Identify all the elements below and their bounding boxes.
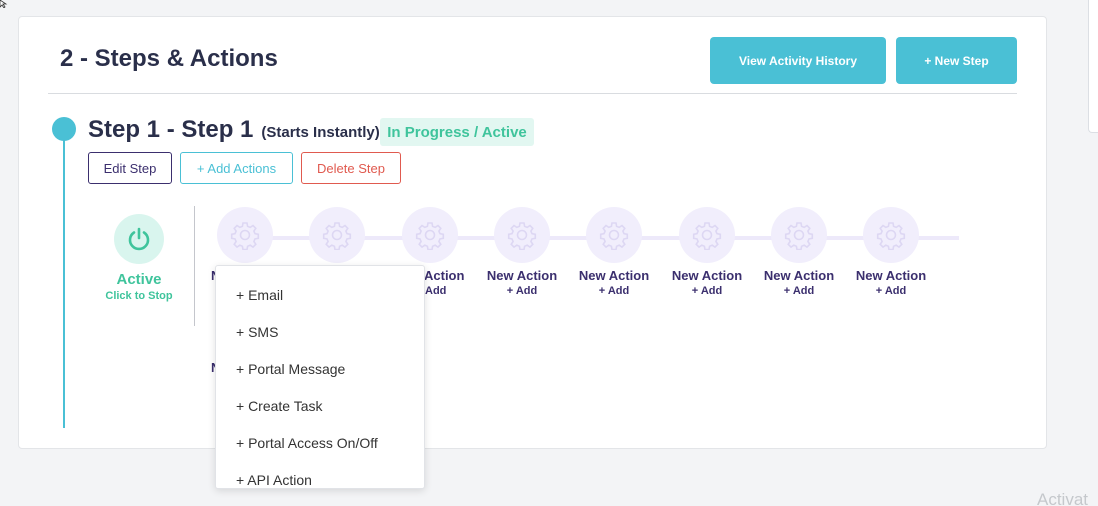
- action-name: New Action: [763, 268, 835, 283]
- delete-step-button[interactable]: Delete Step: [301, 152, 401, 184]
- step-heading: Step 1 - Step 1 (Starts Instantly): [88, 116, 380, 144]
- action-gear-button[interactable]: [494, 207, 550, 263]
- section-title: 2 - Steps & Actions: [60, 45, 278, 72]
- gear-icon: [415, 222, 445, 250]
- menu-item-api-action[interactable]: + API Action: [216, 461, 424, 498]
- menu-item-email[interactable]: + Email: [216, 276, 424, 313]
- step-start-condition: (Starts Instantly): [261, 124, 380, 141]
- mouse-cursor-icon: [0, 0, 8, 8]
- gear-icon: [784, 222, 814, 250]
- action-name: New Action: [855, 268, 927, 283]
- activation-watermark: Activat: [1037, 490, 1089, 506]
- steps-actions-card: 2 - Steps & Actions View Activity Histor…: [18, 16, 1047, 449]
- action-gear-button[interactable]: [771, 207, 827, 263]
- active-status-label[interactable]: Active: [99, 271, 179, 288]
- gear-icon: [230, 222, 260, 250]
- action-name: New Action: [578, 268, 650, 283]
- step-title: Step 1 - Step 1: [88, 116, 254, 143]
- action-add-link[interactable]: + Add: [477, 285, 567, 297]
- action-add-link[interactable]: + Add: [846, 285, 936, 297]
- menu-item-portal-access[interactable]: + Portal Access On/Off: [216, 424, 424, 461]
- new-step-button[interactable]: + New Step: [896, 37, 1017, 84]
- action-node-7[interactable]: New Action + Add: [754, 207, 844, 307]
- action-gear-button[interactable]: [679, 207, 735, 263]
- action-name: New Action: [671, 268, 743, 283]
- action-gear-button[interactable]: [217, 207, 273, 263]
- view-activity-history-button[interactable]: View Activity History: [710, 37, 886, 84]
- step-active-toggle[interactable]: [114, 214, 164, 264]
- vertical-divider: [194, 206, 195, 326]
- action-node-4[interactable]: New Action + Add: [477, 207, 567, 307]
- power-icon: [128, 227, 150, 251]
- add-action-dropdown: + Email + SMS + Portal Message + Create …: [215, 265, 425, 489]
- action-add-link[interactable]: + Add: [569, 285, 659, 297]
- action-add-link[interactable]: + Add: [754, 285, 844, 297]
- side-panel-edge: [1088, 0, 1098, 133]
- gear-icon: [692, 222, 722, 250]
- gear-icon: [322, 222, 352, 250]
- gear-icon: [507, 222, 537, 250]
- status-badge: In Progress / Active: [380, 118, 534, 146]
- gear-icon: [599, 222, 629, 250]
- action-gear-button[interactable]: [863, 207, 919, 263]
- click-to-stop-label[interactable]: Click to Stop: [99, 290, 179, 302]
- add-actions-button[interactable]: + Add Actions: [180, 152, 293, 184]
- action-gear-button[interactable]: [586, 207, 642, 263]
- action-node-5[interactable]: New Action + Add: [569, 207, 659, 307]
- menu-item-create-task[interactable]: + Create Task: [216, 387, 424, 424]
- action-node-6[interactable]: New Action + Add: [662, 207, 752, 307]
- edit-step-button[interactable]: Edit Step: [88, 152, 172, 184]
- action-name: New Action: [486, 268, 558, 283]
- action-gear-button[interactable]: [309, 207, 365, 263]
- timeline-dot: [52, 117, 76, 141]
- action-add-link[interactable]: + Add: [662, 285, 752, 297]
- menu-item-portal-message[interactable]: + Portal Message: [216, 350, 424, 387]
- action-gear-button[interactable]: [402, 207, 458, 263]
- menu-item-sms[interactable]: + SMS: [216, 313, 424, 350]
- gear-icon: [876, 222, 906, 250]
- timeline-line: [63, 140, 65, 428]
- section-divider: [48, 93, 1017, 94]
- action-node-8[interactable]: New Action + Add: [846, 207, 936, 307]
